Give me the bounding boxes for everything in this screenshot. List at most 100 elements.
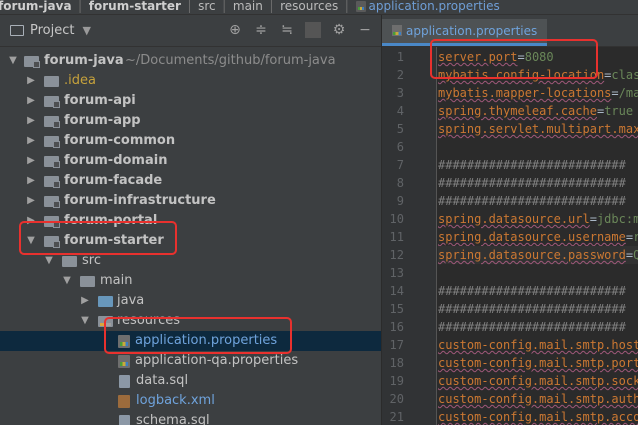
line-number: 18 <box>389 356 404 370</box>
line-number: 4 <box>396 104 404 118</box>
tree-item-data-sql[interactable]: data.sql <box>0 371 381 391</box>
line-number: 13 <box>389 266 404 280</box>
property-key: spring.datasource.url <box>438 212 590 226</box>
breadcrumb-item-forum-java[interactable]: forum-java <box>0 0 72 13</box>
code-line[interactable]: spring.datasource.url=jdbc:m <box>438 210 638 228</box>
tree-item-forum-facade[interactable]: ▶ forum-facade <box>0 171 381 191</box>
code-line[interactable]: mybatis.mapper-locations=/ma <box>438 84 638 102</box>
tree-item-forum-common[interactable]: ▶ forum-common <box>0 131 381 151</box>
code-line[interactable]: custom-config.mail.smtp.auth <box>438 390 638 408</box>
line-number: 21 <box>389 410 404 424</box>
breadcrumb-separator: │ <box>343 0 351 13</box>
gear-icon[interactable]: ⚙ <box>331 22 347 38</box>
code-line[interactable]: custom-config.mail.smtp.sock <box>438 372 638 390</box>
breadcrumb-item-resources[interactable]: resources <box>280 0 338 13</box>
module-folder-icon <box>44 96 60 108</box>
breadcrumb-item-forum-starter[interactable]: forum-starter <box>89 0 181 13</box>
code-line[interactable]: ########################## <box>438 282 638 300</box>
folder-icon <box>80 276 95 287</box>
line-number: 1 <box>396 50 404 64</box>
property-key: custom-config.mail.smtp.auth <box>438 392 638 406</box>
code-line[interactable]: ########################## <box>438 318 638 336</box>
chevron-down-icon[interactable]: ▼ <box>8 51 18 71</box>
code-line[interactable]: spring.datasource.password=Q <box>438 246 638 264</box>
tree-item-schema-sql[interactable]: schema.sql <box>0 411 381 425</box>
project-panel-title[interactable]: Project <box>30 23 74 38</box>
chevron-down-icon[interactable]: ▼ <box>80 311 90 331</box>
chevron-right-icon[interactable]: ▶ <box>26 191 36 211</box>
chevron-right-icon[interactable]: ▶ <box>26 151 36 171</box>
property-value: /ma <box>618 86 638 100</box>
folder-icon <box>62 256 77 267</box>
line-number-gutter: 1 2 3 4 5 6 7 8 9 10 11 12 13 14 15 16 17 18 19 20 21 <box>382 47 437 425</box>
highlight-box <box>104 317 292 354</box>
properties-file-icon <box>118 355 130 368</box>
tree-item-label: java <box>117 293 145 308</box>
source-folder-icon <box>98 296 113 307</box>
chevron-right-icon[interactable]: ▶ <box>26 91 36 111</box>
chevron-right-icon[interactable]: ▶ <box>26 111 36 131</box>
collapse-all-icon[interactable]: ≑ <box>253 22 269 38</box>
comment-text: ########################## <box>438 158 626 172</box>
line-number: 2 <box>396 68 404 82</box>
locate-icon[interactable]: ⊕ <box>227 22 243 38</box>
tree-item-label: application-qa.properties <box>135 353 299 368</box>
module-folder-icon <box>24 56 40 68</box>
line-number: 11 <box>389 230 404 244</box>
code-line[interactable]: ########################## <box>438 192 638 210</box>
sql-file-icon <box>119 415 130 425</box>
chevron-right-icon[interactable]: ▶ <box>26 131 36 151</box>
module-folder-icon <box>44 196 60 208</box>
breadcrumb-separator: │ <box>185 0 194 13</box>
breadcrumb-item-main[interactable]: main <box>233 0 263 13</box>
tree-item-java[interactable]: ▶ java <box>0 291 381 311</box>
sql-file-icon <box>119 375 130 388</box>
tree-item-forum-api[interactable]: ▶ forum-api <box>0 91 381 111</box>
tree-item-forum-app[interactable]: ▶ forum-app <box>0 111 381 131</box>
code-line[interactable]: ########################## <box>438 174 638 192</box>
comment-text: ########################## <box>438 302 626 316</box>
minimize-icon[interactable]: − <box>357 22 373 38</box>
tree-item-forum-infrastructure[interactable]: ▶ forum-infrastructure <box>0 191 381 211</box>
tab-label: application.properties <box>406 24 538 38</box>
code-line[interactable]: custom-config.mail.smtp.host <box>438 336 638 354</box>
code-line[interactable] <box>438 264 638 282</box>
code-line[interactable]: ########################## <box>438 300 638 318</box>
line-number: 16 <box>389 320 404 334</box>
editor-panel: application.properties 1 2 3 4 5 6 7 8 9 10 11 12 13… <box>382 15 638 425</box>
code-line[interactable]: spring.datasource.username=r <box>438 228 638 246</box>
highlight-box <box>19 221 177 255</box>
module-folder-icon <box>44 176 60 188</box>
code-line[interactable]: custom-config.mail.smtp.acco <box>438 408 638 425</box>
tree-item-root[interactable]: ▼ forum-java ~/Documents/github/forum-ja… <box>0 51 381 71</box>
tree-item-forum-domain[interactable]: ▶ forum-domain <box>0 151 381 171</box>
property-value: clas <box>611 68 638 82</box>
line-number: 17 <box>389 338 404 352</box>
line-number: 5 <box>396 122 404 136</box>
code-line[interactable] <box>438 138 638 156</box>
tree-item-idea[interactable]: ▶ .idea <box>0 71 381 91</box>
expand-icon[interactable]: ≒ <box>279 22 295 38</box>
code-line[interactable]: ########################## <box>438 156 638 174</box>
chevron-right-icon[interactable]: ▶ <box>26 71 36 91</box>
code-line[interactable]: spring.servlet.multipart.max <box>438 120 638 138</box>
breadcrumb-item-file[interactable]: application.properties <box>369 0 500 13</box>
properties-file-icon <box>392 25 402 36</box>
tree-item-application-qa-properties[interactable]: application-qa.properties <box>0 351 381 371</box>
chevron-right-icon[interactable]: ▶ <box>26 171 36 191</box>
property-key: custom-config.mail.smtp.sock <box>438 374 638 388</box>
tree-item-label: forum-domain <box>64 153 168 168</box>
code-line[interactable]: custom-config.mail.smtp.port <box>438 354 638 372</box>
divider <box>305 22 321 38</box>
property-key: spring.datasource.username <box>438 230 626 244</box>
chevron-right-icon[interactable]: ▶ <box>80 291 90 311</box>
tree-item-label: forum-app <box>64 113 141 128</box>
code-line[interactable]: spring.thymeleaf.cache=true <box>438 102 638 120</box>
chevron-down-icon[interactable]: ▼ <box>82 24 90 37</box>
property-separator: = <box>611 86 619 100</box>
tree-item-logback-xml[interactable]: logback.xml <box>0 391 381 411</box>
line-number: 10 <box>389 212 404 226</box>
tree-item-main[interactable]: ▼ main <box>0 271 381 291</box>
chevron-down-icon[interactable]: ▼ <box>62 271 72 291</box>
breadcrumb-item-src[interactable]: src <box>198 0 216 13</box>
